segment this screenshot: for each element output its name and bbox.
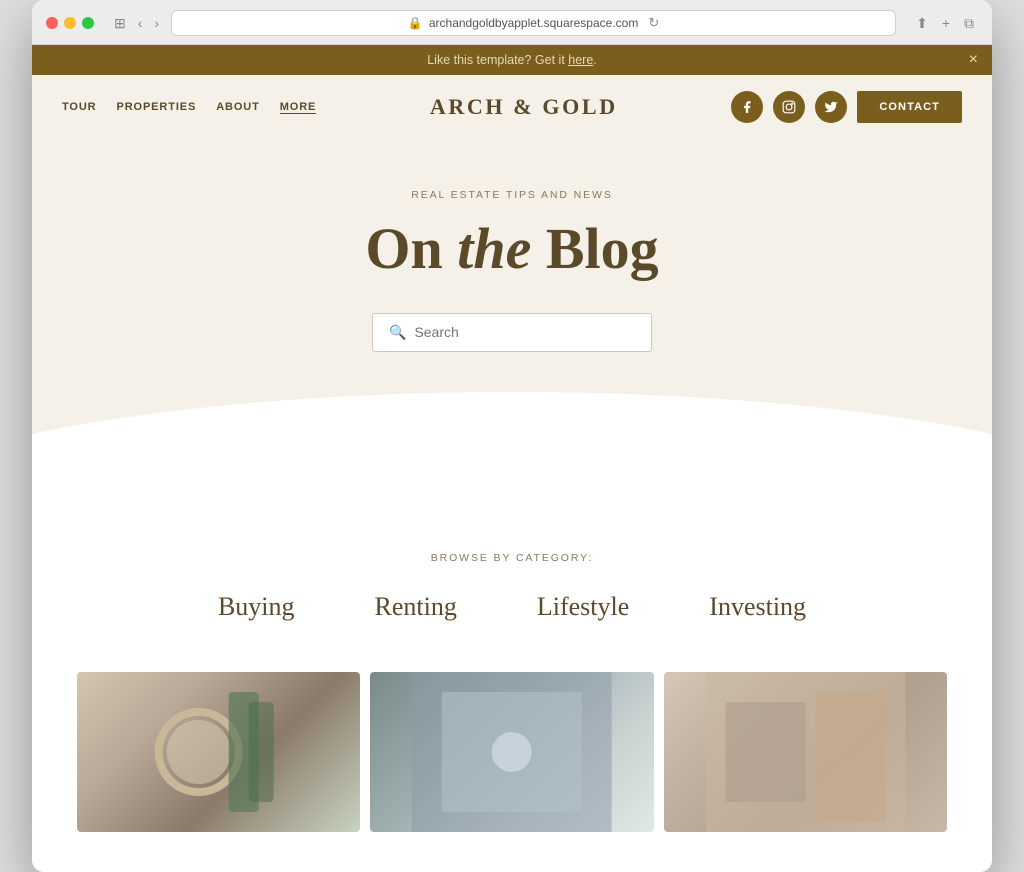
announcement-text: Like this template? Get it here. — [427, 53, 597, 67]
categories-section: BROWSE BY CATEGORY: Buying Renting Lifes… — [32, 472, 992, 872]
nav-left: TOUR PROPERTIES ABOUT MORE — [62, 101, 316, 114]
nav-more[interactable]: MORE — [280, 101, 317, 114]
contact-button[interactable]: CONTACT — [857, 91, 962, 123]
hero-subtitle: REAL ESTATE TIPS AND NEWS — [52, 189, 972, 201]
site-content: Like this template? Get it here. × TOUR … — [32, 45, 992, 872]
facebook-icon[interactable] — [731, 91, 763, 123]
new-tab-button[interactable]: + — [938, 13, 954, 34]
announcement-bar: Like this template? Get it here. × — [32, 45, 992, 75]
browser-actions: ⬆ + ⧉ — [912, 13, 978, 34]
category-buying[interactable]: Buying — [218, 592, 295, 622]
category-list: Buying Renting Lifestyle Investing — [52, 592, 972, 622]
nav-tour[interactable]: TOUR — [62, 101, 96, 113]
nav: TOUR PROPERTIES ABOUT MORE ARCH & GOLD — [32, 75, 992, 139]
lock-icon: 🔒 — [408, 16, 423, 30]
minimize-button[interactable] — [64, 17, 76, 29]
browser-window: ⊞ ‹ › 🔒 archandgoldbyapplet.squarespace.… — [32, 0, 992, 872]
nav-right: CONTACT — [731, 91, 962, 123]
sidebar-toggle[interactable]: ⊞ — [110, 13, 130, 34]
blog-image-3[interactable] — [664, 672, 947, 832]
address-bar[interactable]: 🔒 archandgoldbyapplet.squarespace.com ↻ — [171, 10, 896, 36]
twitter-icon[interactable] — [815, 91, 847, 123]
hero-section: REAL ESTATE TIPS AND NEWS On the Blog 🔍 — [32, 139, 992, 472]
tabs-button[interactable]: ⧉ — [960, 13, 978, 34]
browser-chrome: ⊞ ‹ › 🔒 archandgoldbyapplet.squarespace.… — [32, 0, 992, 45]
categories-label: BROWSE BY CATEGORY: — [52, 552, 972, 564]
nav-properties[interactable]: PROPERTIES — [116, 101, 196, 113]
browser-controls: ⊞ ‹ › — [110, 13, 163, 34]
close-button[interactable] — [46, 17, 58, 29]
instagram-icon[interactable] — [773, 91, 805, 123]
category-lifestyle[interactable]: Lifestyle — [537, 592, 629, 622]
announcement-close-button[interactable]: × — [969, 51, 978, 69]
refresh-icon[interactable]: ↻ — [648, 15, 659, 31]
forward-button[interactable]: › — [150, 13, 163, 33]
blog-image-2[interactable] — [370, 672, 653, 832]
hero-title: On the Blog — [52, 217, 972, 281]
share-button[interactable]: ⬆ — [912, 13, 932, 34]
url-text: archandgoldbyapplet.squarespace.com — [429, 16, 638, 30]
maximize-button[interactable] — [82, 17, 94, 29]
announcement-link[interactable]: here — [568, 53, 593, 67]
blog-images — [52, 672, 972, 832]
nav-about[interactable]: ABOUT — [216, 101, 260, 113]
category-investing[interactable]: Investing — [709, 592, 806, 622]
search-input[interactable] — [414, 324, 614, 340]
blog-image-1[interactable] — [77, 672, 360, 832]
back-button[interactable]: ‹ — [134, 13, 147, 33]
search-bar[interactable]: 🔍 — [372, 313, 652, 352]
traffic-lights — [46, 17, 94, 29]
category-renting[interactable]: Renting — [375, 592, 457, 622]
site-logo[interactable]: ARCH & GOLD — [316, 94, 731, 120]
search-icon: 🔍 — [389, 324, 406, 341]
